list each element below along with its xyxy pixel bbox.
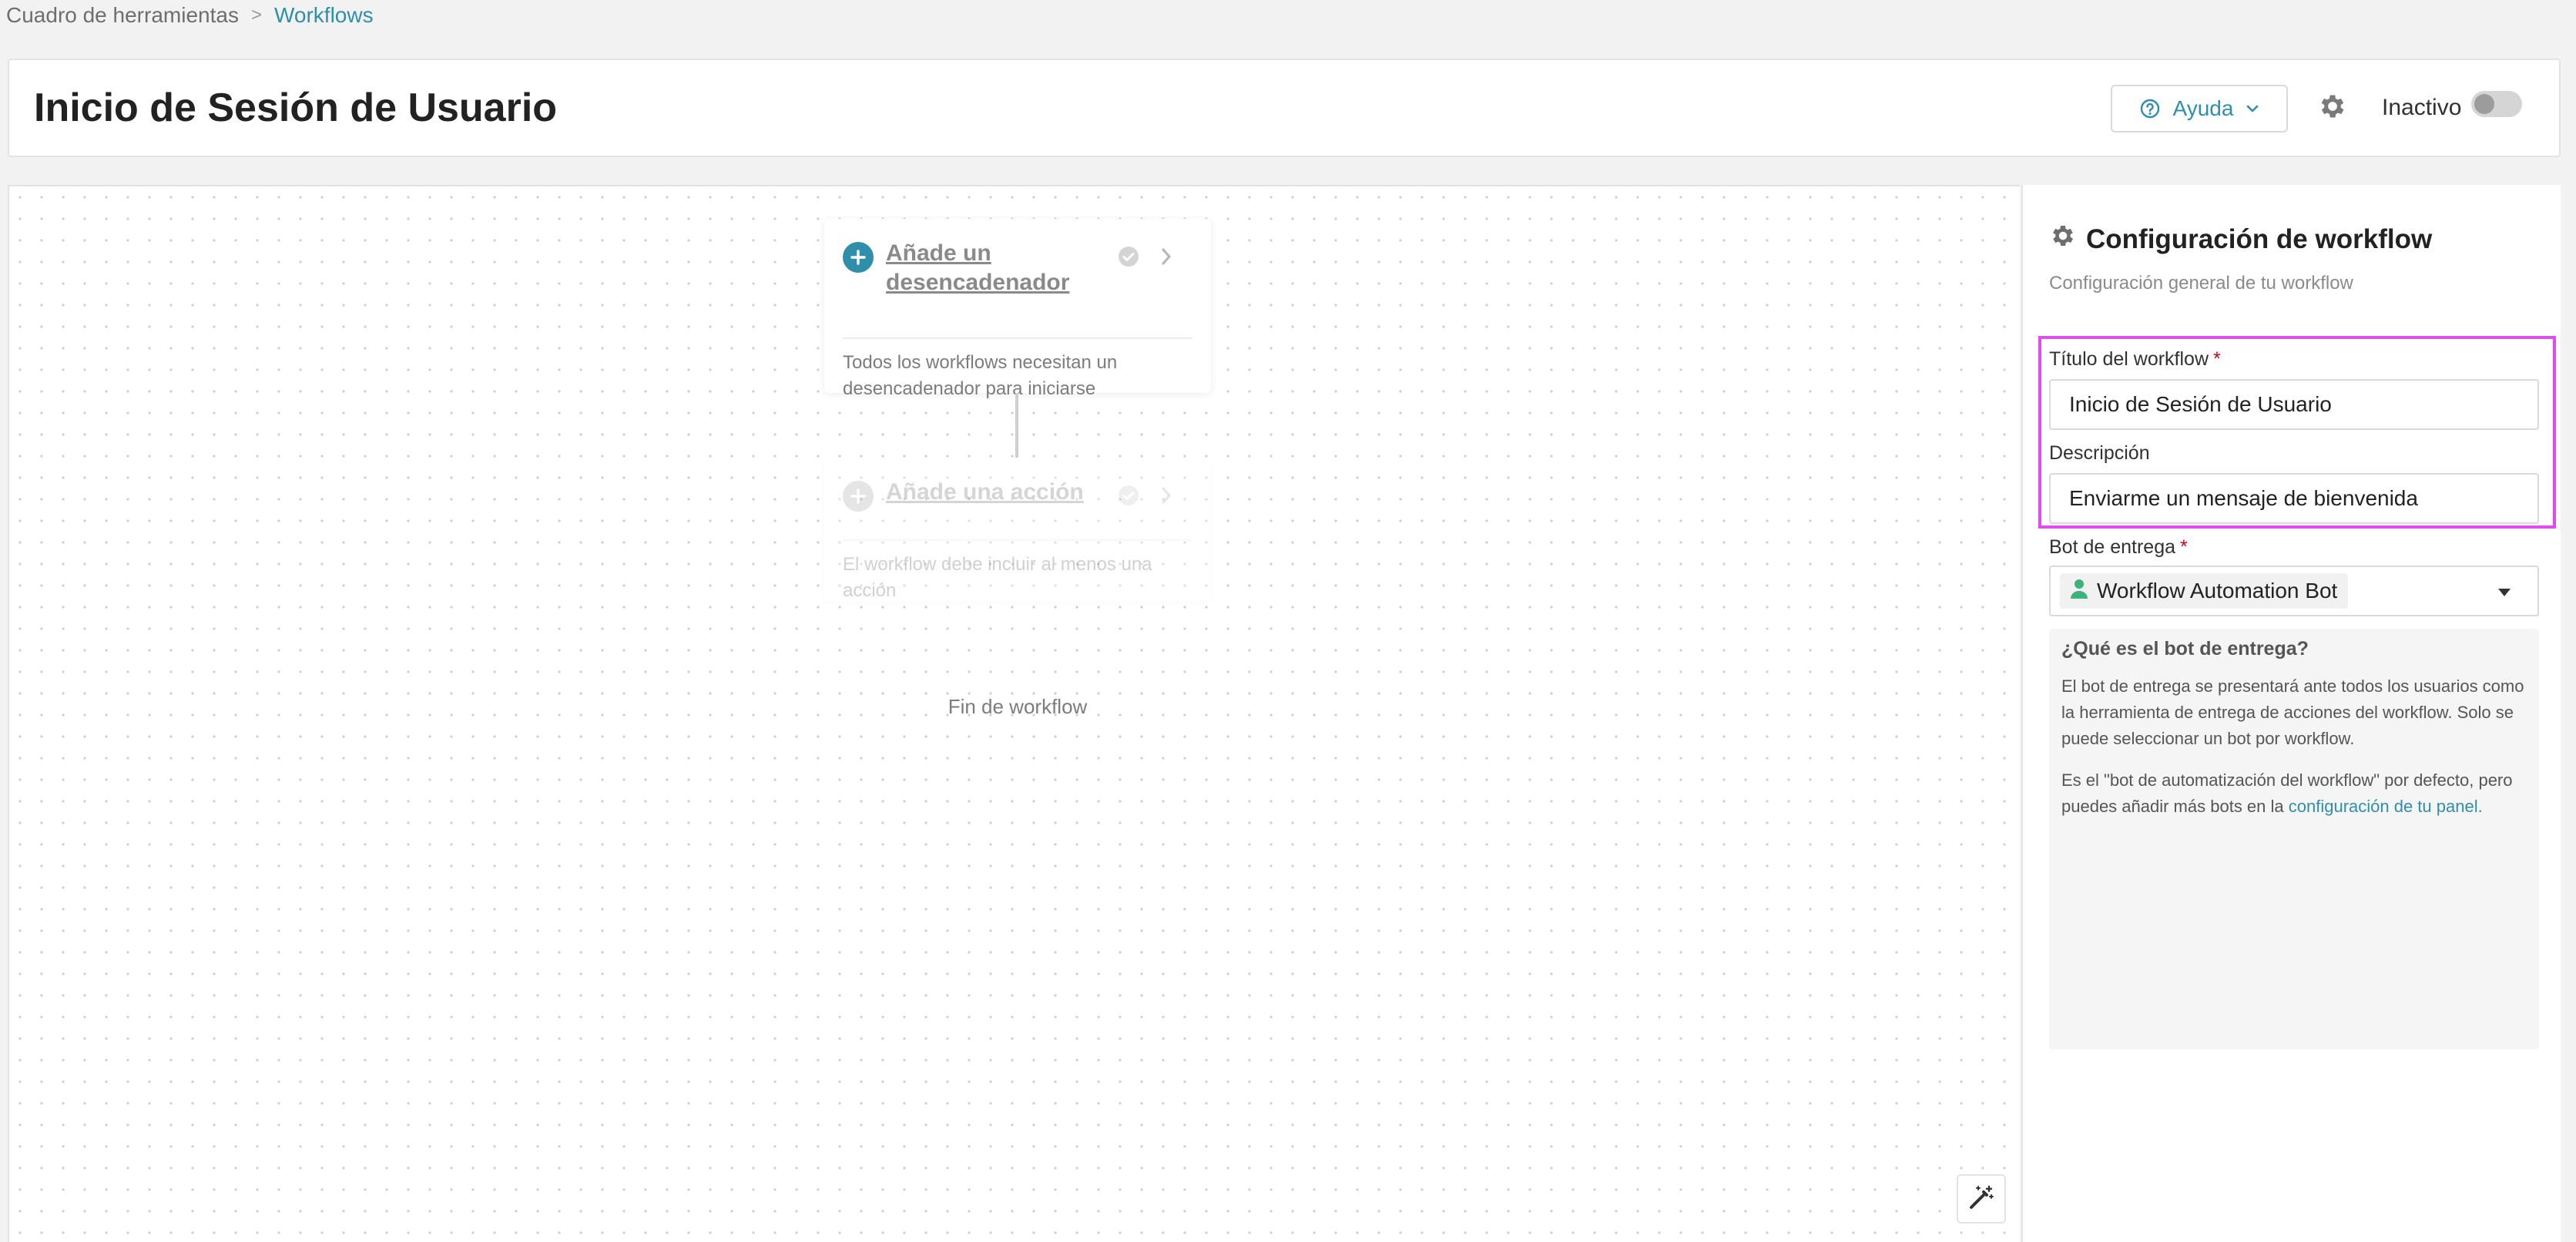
breadcrumb-current[interactable]: Workflows xyxy=(274,3,374,28)
action-node[interactable]: Añade una acción El workflow debe inclui… xyxy=(824,458,1211,601)
help-button[interactable]: Ayuda xyxy=(2111,85,2288,133)
info-paragraph-2: Es el "bot de automatización del workflo… xyxy=(2061,770,2513,816)
panel-subtitle: Configuración general de tu workflow xyxy=(2049,273,2353,294)
settings-gear-icon[interactable] xyxy=(2317,91,2348,122)
breadcrumb-separator: > xyxy=(250,5,262,25)
help-icon xyxy=(2139,98,2161,119)
description-input[interactable]: Enviarme un mensaje de bienvenida xyxy=(2049,473,2539,524)
toggle-knob xyxy=(2474,94,2494,114)
bot-user-icon xyxy=(2069,578,2089,605)
delivery-bot-label: Bot de entrega * xyxy=(2049,536,2188,558)
panel-title: Configuración de workflow xyxy=(2049,222,2432,257)
gear-icon xyxy=(2049,222,2077,257)
delivery-bot-info: ¿Qué es el bot de entrega? El bot de ent… xyxy=(2049,629,2539,1049)
magic-wand-icon xyxy=(1967,1183,1996,1216)
required-mark: * xyxy=(2213,348,2221,370)
status-label: Inactivo xyxy=(2382,95,2462,120)
help-label: Ayuda xyxy=(2172,96,2234,120)
description-label: Descripción xyxy=(2049,442,2150,464)
add-action-link[interactable]: Añade una acción xyxy=(886,478,1094,507)
workflow-title-label: Título del workflow * xyxy=(2049,348,2221,370)
delivery-bot-select[interactable]: Workflow Automation Bot xyxy=(2049,566,2539,616)
node-divider xyxy=(843,337,1192,339)
chevron-right-icon[interactable] xyxy=(1159,485,1174,509)
check-circle-icon xyxy=(1117,484,1140,511)
selected-bot-chip: Workflow Automation Bot xyxy=(2060,573,2349,609)
workflow-canvas[interactable]: Añade un desencadenador Todos los workfl… xyxy=(8,185,2020,1242)
breadcrumb-parent[interactable]: Cuadro de herramientas xyxy=(6,3,239,28)
breadcrumb: Cuadro de herramientas > Workflows xyxy=(6,0,374,31)
node-divider xyxy=(843,539,1192,541)
workflow-title-input[interactable]: Inicio de Sesión de Usuario xyxy=(2049,379,2539,430)
workflow-end-label: Fin de workflow xyxy=(948,695,1088,718)
info-question: ¿Qué es el bot de entrega? xyxy=(2061,638,2309,660)
required-mark: * xyxy=(2180,536,2188,558)
info-paragraph-1: El bot de entrega se presentará ante tod… xyxy=(2061,676,2524,748)
panel-settings-link[interactable]: configuración de tu panel. xyxy=(2289,797,2483,816)
action-description: El workflow debe incluir al menos una ac… xyxy=(843,554,1152,601)
workflow-settings-panel: Configuración de workflow Configuración … xyxy=(2021,185,2561,1242)
plus-icon xyxy=(843,481,874,512)
plus-icon xyxy=(843,242,874,273)
active-toggle[interactable] xyxy=(2471,91,2522,117)
trigger-node[interactable]: Añade un desencadenador Todos los workfl… xyxy=(824,219,1211,399)
page-title: Inicio de Sesión de Usuario xyxy=(34,86,558,130)
workflow-header: Inicio de Sesión de Usuario Ayuda Inacti… xyxy=(8,59,2561,157)
add-trigger-link[interactable]: Añade un desencadenador xyxy=(886,239,1078,297)
magic-wand-button[interactable] xyxy=(1957,1174,2006,1224)
check-circle-icon xyxy=(1117,245,1140,272)
panel-title-text: Configuración de workflow xyxy=(2086,223,2433,254)
chevron-down-icon xyxy=(2246,104,2259,113)
chevron-right-icon[interactable] xyxy=(1159,247,1174,270)
node-connector xyxy=(1015,393,1018,458)
caret-down-icon[interactable] xyxy=(2497,587,2511,601)
selected-bot-name: Workflow Automation Bot xyxy=(2097,579,2338,603)
